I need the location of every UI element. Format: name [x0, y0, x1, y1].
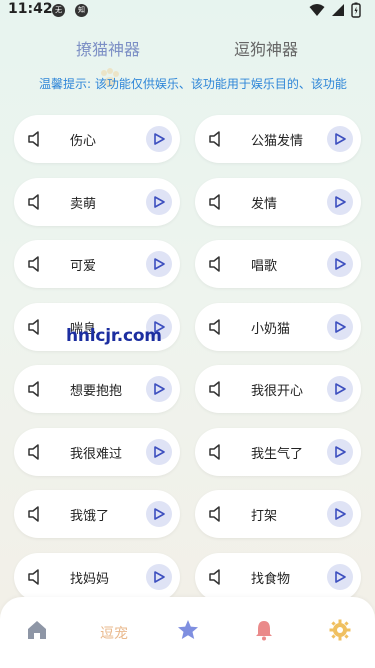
- sound-card[interactable]: 伤心: [14, 115, 180, 163]
- sound-label: 可爱: [70, 259, 97, 274]
- speaker-icon: [209, 506, 220, 522]
- play-icon: [335, 133, 346, 145]
- play-button[interactable]: [146, 126, 172, 152]
- sound-label: 发情: [251, 196, 278, 212]
- sound-label: 公猫发情: [251, 134, 304, 149]
- sound-card[interactable]: 我生气了: [195, 427, 361, 476]
- speaker-icon: [28, 318, 39, 335]
- gear-icon[interactable]: [329, 619, 351, 641]
- speaker-icon: [28, 193, 39, 210]
- sound-label: 唱歌: [251, 259, 278, 274]
- home-icon[interactable]: [26, 619, 48, 641]
- play-button[interactable]: [327, 251, 353, 277]
- tab-cat-tease[interactable]: 撩猫神器: [76, 36, 140, 60]
- play-button[interactable]: [327, 438, 353, 465]
- sound-label: 找食物: [251, 571, 291, 587]
- sound-label: 我很难过: [70, 446, 123, 462]
- bell-icon[interactable]: [253, 619, 275, 641]
- battery-icon: [351, 2, 361, 18]
- status-time: 11:42: [8, 1, 53, 17]
- sound-label: 想要抱抱: [70, 384, 123, 399]
- play-button[interactable]: [146, 438, 172, 465]
- tab-dog-tease[interactable]: 逗狗神器: [234, 36, 298, 60]
- play-icon: [154, 445, 165, 458]
- play-icon: [335, 258, 346, 270]
- sound-card[interactable]: 打架: [195, 490, 361, 538]
- sound-card[interactable]: 公猫发情: [195, 115, 361, 163]
- play-icon: [154, 133, 165, 145]
- play-button[interactable]: [327, 563, 353, 590]
- play-button[interactable]: [327, 126, 353, 152]
- play-icon: [154, 508, 165, 520]
- bottom-nav: 逗宠: [0, 597, 375, 668]
- play-button[interactable]: [146, 188, 172, 215]
- status-badge-2: 知: [75, 4, 88, 17]
- speaker-icon: [28, 568, 39, 585]
- sound-label: 找妈妈: [70, 571, 110, 587]
- sound-card[interactable]: 可爱: [14, 240, 180, 288]
- notice-text: 温馨提示: 该功能仅供娱乐、该功能用于娱乐目的、该功能: [39, 77, 347, 91]
- play-button[interactable]: [146, 251, 172, 277]
- sound-card[interactable]: 我饿了: [14, 490, 180, 538]
- watermark: hnlcjr.com: [66, 326, 162, 346]
- signal-icon: [332, 4, 344, 16]
- sound-label: 小奶猫: [251, 321, 291, 337]
- status-bar: 11:42 无 知: [0, 0, 375, 22]
- play-icon: [335, 570, 346, 583]
- play-button[interactable]: [327, 188, 353, 215]
- play-icon: [335, 445, 346, 458]
- sound-label: 我饿了: [70, 509, 110, 524]
- play-button[interactable]: [146, 501, 172, 527]
- play-button[interactable]: [146, 376, 172, 402]
- speaker-icon: [28, 131, 39, 147]
- nav-tease-label[interactable]: 逗宠: [100, 623, 128, 643]
- sound-label: 卖萌: [70, 196, 97, 212]
- star-icon[interactable]: [177, 619, 199, 641]
- status-badge-1: 无: [52, 4, 65, 17]
- status-icons: [309, 2, 361, 18]
- play-button[interactable]: [327, 501, 353, 527]
- sound-card[interactable]: 找妈妈: [14, 552, 180, 601]
- speaker-icon: [209, 318, 220, 335]
- sound-card[interactable]: 我很开心: [195, 365, 361, 413]
- sound-card[interactable]: 唱歌: [195, 240, 361, 288]
- sound-label: 打架: [251, 509, 278, 524]
- play-icon: [154, 258, 165, 270]
- play-icon: [335, 508, 346, 520]
- speaker-icon: [209, 131, 220, 147]
- sound-label: 伤心: [70, 134, 97, 149]
- speaker-icon: [209, 381, 220, 397]
- sound-card[interactable]: 我很难过: [14, 427, 180, 476]
- sound-card[interactable]: 小奶猫: [195, 302, 361, 351]
- sound-card[interactable]: 发情: [195, 177, 361, 226]
- play-button[interactable]: [327, 313, 353, 340]
- sound-card[interactable]: 想要抱抱: [14, 365, 180, 413]
- speaker-icon: [209, 568, 220, 585]
- speaker-icon: [28, 443, 39, 460]
- play-icon: [335, 320, 346, 333]
- speaker-icon: [209, 256, 220, 272]
- speaker-icon: [28, 381, 39, 397]
- sound-label: 我很开心: [251, 384, 304, 399]
- play-button[interactable]: [327, 376, 353, 402]
- play-icon: [154, 570, 165, 583]
- play-icon: [154, 383, 165, 395]
- speaker-icon: [209, 443, 220, 460]
- play-button[interactable]: [146, 563, 172, 590]
- sound-label: 我生气了: [251, 446, 304, 462]
- sound-card[interactable]: 卖萌: [14, 177, 180, 226]
- play-icon: [154, 195, 165, 208]
- speaker-icon: [209, 193, 220, 210]
- speaker-icon: [28, 506, 39, 522]
- wifi-icon: [309, 4, 325, 16]
- play-icon: [335, 195, 346, 208]
- tab-bar: 撩猫神器 逗狗神器: [0, 36, 375, 87]
- play-icon: [335, 383, 346, 395]
- sound-card[interactable]: 找食物: [195, 552, 361, 601]
- speaker-icon: [28, 256, 39, 272]
